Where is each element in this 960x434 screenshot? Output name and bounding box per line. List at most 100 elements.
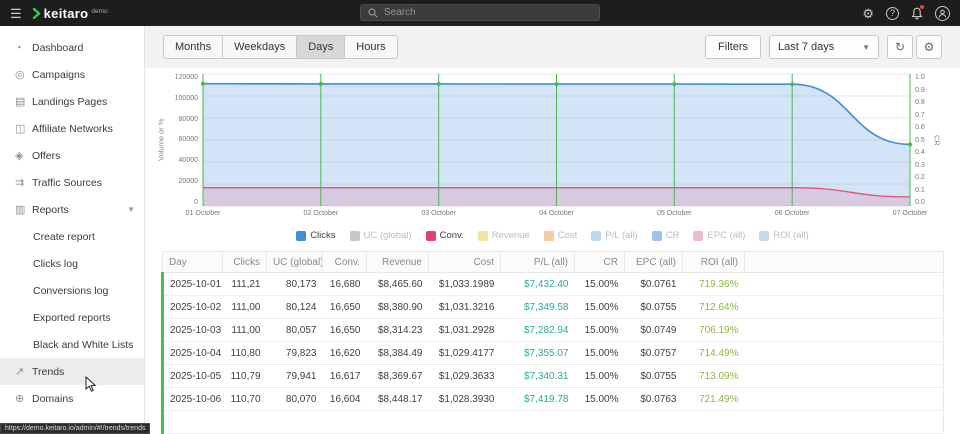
table-cell: $7,282.94 bbox=[501, 319, 575, 342]
sidebar-item-landings-pages[interactable]: ▤Landings Pages bbox=[0, 88, 144, 115]
legend-label: ROI (all) bbox=[773, 230, 808, 241]
user-avatar[interactable] bbox=[935, 6, 950, 21]
legend-item-cr[interactable]: CR bbox=[652, 230, 680, 241]
y-tick-label: 0.6 bbox=[915, 124, 932, 131]
sidebar-item-domains[interactable]: ⊕Domains bbox=[0, 385, 144, 412]
logo-text: keitaro bbox=[44, 6, 89, 21]
table-cell: 16,620 bbox=[323, 342, 367, 365]
chart-plot-area[interactable] bbox=[203, 74, 910, 206]
date-range-select[interactable]: Last 7 days ▼ bbox=[769, 35, 879, 59]
dashboard-icon: ◔ bbox=[15, 42, 32, 54]
table-cell: 110,70 bbox=[223, 388, 267, 411]
x-tick-label: 02 October bbox=[304, 210, 339, 217]
sidebar-item-label: Create report bbox=[33, 231, 95, 243]
column-header-conv[interactable]: Conv. bbox=[323, 252, 367, 273]
column-header-p-l-all[interactable]: P/L (all) bbox=[501, 252, 575, 273]
column-header-cr[interactable]: CR bbox=[575, 252, 625, 273]
status-bar-url: https://demo.keitaro.io/admin/#!/trends/… bbox=[0, 423, 150, 434]
tab-months[interactable]: Months bbox=[163, 35, 223, 59]
legend-item-uc-global[interactable]: UC (global) bbox=[350, 230, 412, 241]
sidebar-item-label: Campaigns bbox=[32, 69, 85, 81]
chart-settings-button[interactable]: ⚙ bbox=[916, 35, 942, 59]
legend-swatch bbox=[296, 231, 306, 241]
table-cell-spacer bbox=[745, 342, 944, 365]
table-cell: 80,124 bbox=[267, 296, 323, 319]
sidebar-item-trends[interactable]: ↗Trends bbox=[0, 358, 144, 385]
legend-item-revenue[interactable]: Revenue bbox=[478, 230, 530, 241]
table-cell bbox=[323, 411, 367, 434]
table-cell-spacer bbox=[745, 296, 944, 319]
table-row[interactable]: 2025-10-06110,7080,07016,604$8,448.17$1,… bbox=[163, 388, 944, 411]
table-cell: 111,00 bbox=[223, 296, 267, 319]
tab-days[interactable]: Days bbox=[297, 35, 345, 59]
global-search[interactable] bbox=[360, 4, 600, 21]
notification-dot bbox=[920, 5, 924, 9]
keitaro-logo[interactable]: keitaro demo bbox=[32, 6, 108, 21]
table-row[interactable]: 2025-10-02111,0080,12416,650$8,380.90$1,… bbox=[163, 296, 944, 319]
sidebar-item-traffic-sources[interactable]: ⇉Traffic Sources bbox=[0, 169, 144, 196]
sidebar-item-exported-reports[interactable]: Exported reports bbox=[0, 304, 144, 331]
filters-button[interactable]: Filters bbox=[705, 35, 761, 59]
column-header-epc-all[interactable]: EPC (all) bbox=[625, 252, 683, 273]
sidebar-item-dashboard[interactable]: ◔Dashboard bbox=[0, 34, 144, 61]
table-cell bbox=[429, 411, 501, 434]
table-cell: $1,031.3216 bbox=[429, 296, 501, 319]
tab-weekdays[interactable]: Weekdays bbox=[223, 35, 297, 59]
table-cell: $7,419.78 bbox=[501, 388, 575, 411]
column-header-clicks[interactable]: Clicks bbox=[223, 252, 267, 273]
table-row[interactable] bbox=[163, 411, 944, 434]
settings-gear-icon[interactable]: ⚙ bbox=[862, 7, 874, 20]
column-header-roi-all[interactable]: ROI (all) bbox=[683, 252, 745, 273]
column-header-day[interactable]: Day bbox=[163, 252, 223, 273]
table-row[interactable]: 2025-10-04110,8079,82316,620$8,384.49$1,… bbox=[163, 342, 944, 365]
table-cell bbox=[163, 411, 223, 434]
table-cell: 2025-10-03 bbox=[163, 319, 223, 342]
refresh-icon: ↻ bbox=[895, 40, 905, 54]
y-tick-label: 0.7 bbox=[915, 112, 932, 119]
search-input[interactable] bbox=[384, 7, 592, 18]
table-cell: $7,349.58 bbox=[501, 296, 575, 319]
legend-item-epc-all[interactable]: EPC (all) bbox=[693, 230, 745, 241]
table-cell: $7,340.31 bbox=[501, 365, 575, 388]
table-cell bbox=[683, 411, 745, 434]
tab-hours[interactable]: Hours bbox=[345, 35, 397, 59]
legend-item-conv[interactable]: Conv. bbox=[426, 230, 464, 241]
table-cell: 2025-10-01 bbox=[163, 273, 223, 296]
sidebar-item-black-and-white-lists[interactable]: Black and White Lists bbox=[0, 331, 144, 358]
sidebar-item-label: Trends bbox=[32, 366, 64, 378]
interval-tabs: MonthsWeekdaysDaysHours bbox=[163, 35, 398, 59]
column-header-revenue[interactable]: Revenue bbox=[367, 252, 429, 273]
y-tick-label: 0.1 bbox=[915, 187, 932, 194]
table-cell: 16,680 bbox=[323, 273, 367, 296]
sidebar-item-conversions-log[interactable]: Conversions log bbox=[0, 277, 144, 304]
sidebar-item-campaigns[interactable]: ◎Campaigns bbox=[0, 61, 144, 88]
refresh-button[interactable]: ↻ bbox=[887, 35, 913, 59]
sidebar-item-reports[interactable]: ▥Reports▼ bbox=[0, 196, 144, 223]
table-cell: 2025-10-02 bbox=[163, 296, 223, 319]
hamburger-menu-icon[interactable]: ☰ bbox=[10, 7, 22, 20]
sidebar-item-label: Offers bbox=[32, 150, 60, 162]
sidebar-item-affiliate-networks[interactable]: ◫Affiliate Networks bbox=[0, 115, 144, 142]
table-row[interactable]: 2025-10-03111,0080,05716,650$8,314.23$1,… bbox=[163, 319, 944, 342]
sidebar-item-clicks-log[interactable]: Clicks log bbox=[0, 250, 144, 277]
y-tick-label: 0.2 bbox=[915, 174, 932, 181]
legend-item-clicks[interactable]: Clicks bbox=[296, 230, 335, 241]
table-row[interactable]: 2025-10-01111,2180,17316,680$8,465.60$1,… bbox=[163, 273, 944, 296]
table-cell: 110,80 bbox=[223, 342, 267, 365]
table-row[interactable]: 2025-10-05110,7979,94116,617$8,369.67$1,… bbox=[163, 365, 944, 388]
table-cell: 16,617 bbox=[323, 365, 367, 388]
y-axis-title-right: CR bbox=[932, 74, 942, 206]
table-cell bbox=[367, 411, 429, 434]
sidebar-item-create-report[interactable]: Create report bbox=[0, 223, 144, 250]
legend-item-cost[interactable]: Cost bbox=[544, 230, 578, 241]
column-header-cost[interactable]: Cost bbox=[429, 252, 501, 273]
sidebar-item-label: Conversions log bbox=[33, 285, 108, 297]
legend-item-roi-all[interactable]: ROI (all) bbox=[759, 230, 808, 241]
sidebar-item-offers[interactable]: ◈Offers bbox=[0, 142, 144, 169]
column-header-uc-global[interactable]: UC (global) bbox=[267, 252, 323, 273]
table-cell bbox=[575, 411, 625, 434]
legend-item-p-l-all[interactable]: P/L (all) bbox=[591, 230, 637, 241]
x-tick-label: 07 October bbox=[893, 210, 928, 217]
help-icon[interactable]: ? bbox=[886, 7, 899, 20]
notifications-bell-icon[interactable] bbox=[911, 7, 923, 20]
